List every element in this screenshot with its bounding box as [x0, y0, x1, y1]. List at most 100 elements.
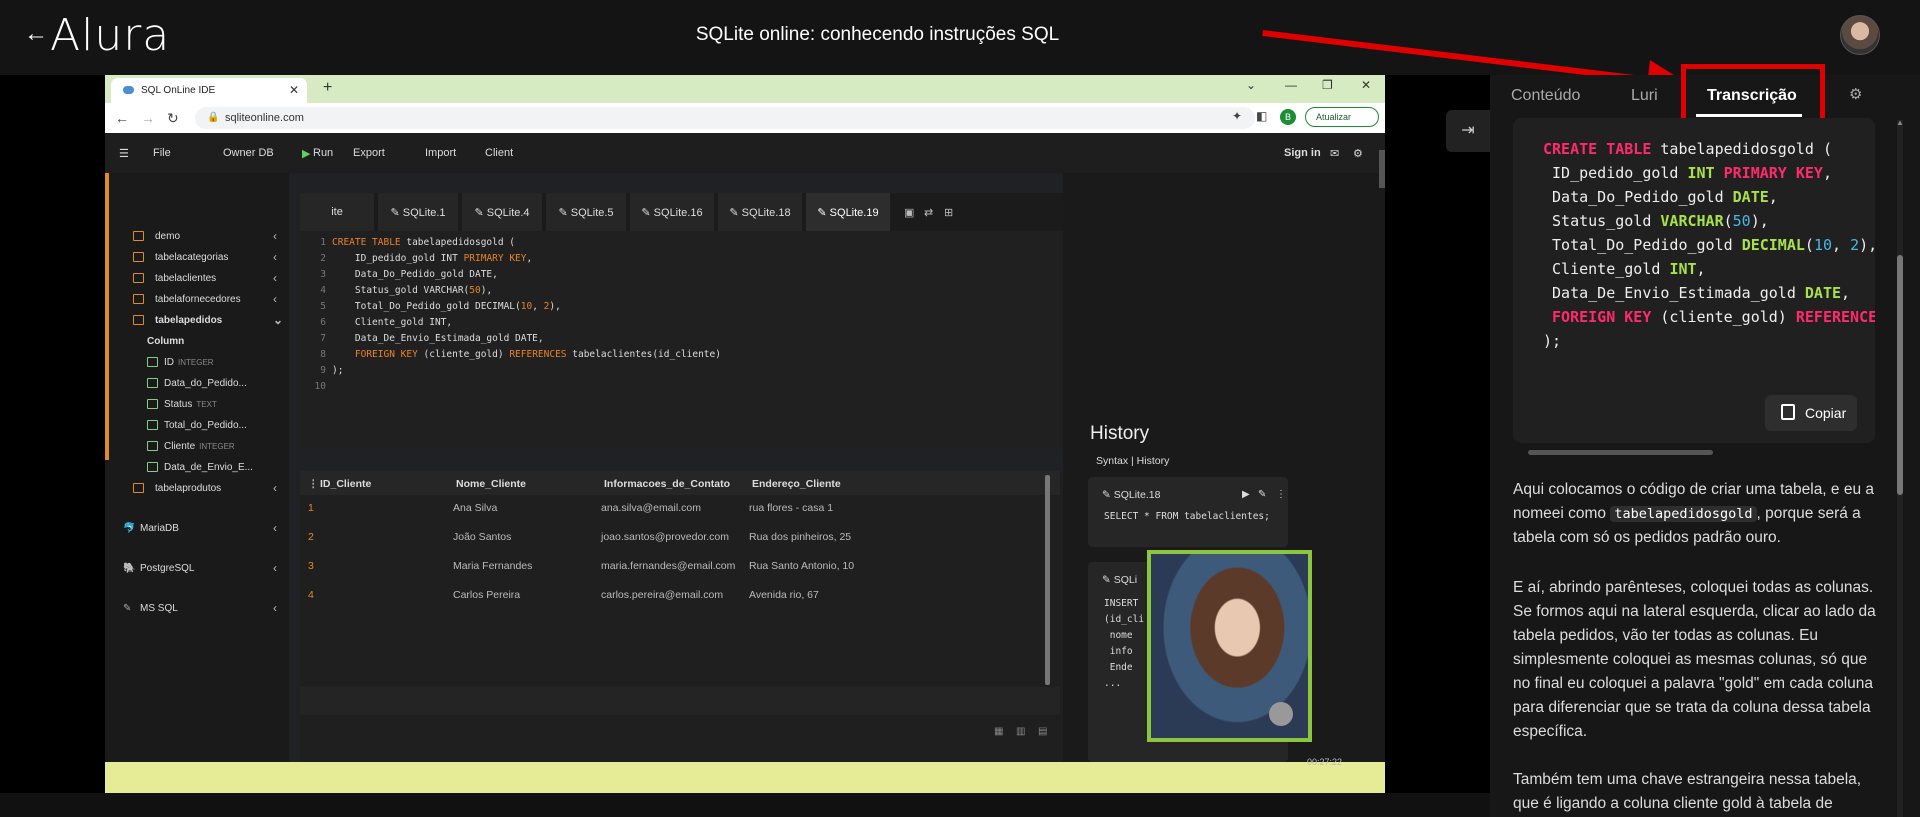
table-label: tabelafornecedores: [155, 294, 241, 305]
column-name: Total_do_Pedido...: [164, 420, 247, 431]
column-type: TEXT: [196, 400, 217, 409]
extensions-icon[interactable]: ✦: [1232, 109, 1242, 123]
table-view-icon[interactable]: ▦: [994, 726, 1003, 737]
reload-icon[interactable]: ↻: [167, 110, 179, 127]
import-button[interactable]: Import: [425, 147, 456, 159]
sidepanel-icon[interactable]: ◧: [1256, 109, 1267, 123]
editor-tab-label: SQLite.18: [741, 207, 791, 219]
db-item-mariadb[interactable]: 🐬 MariaDB ‹: [105, 521, 289, 541]
page-scrollbar[interactable]: [1379, 150, 1385, 188]
update-button[interactable]: Atualizar: [1305, 107, 1379, 127]
line-number: 5: [320, 301, 326, 312]
table-label: tabelaclientes: [155, 273, 217, 284]
history-card[interactable]: ✎ SQLite.18 ▶ ✎ ⋮ SELECT * FROM tabelacl…: [1088, 477, 1288, 547]
editor-tab[interactable]: ✎ SQLite.5: [546, 193, 626, 231]
header-cell[interactable]: Nome_Cliente: [456, 478, 526, 490]
editor-tab-label: SQLite.5: [570, 207, 614, 219]
history-card-label: SQLite.18: [1113, 489, 1161, 501]
settings-icon[interactable]: ⚙: [1353, 147, 1363, 160]
column-item[interactable]: Total_do_Pedido...: [105, 420, 289, 438]
line-number: 6: [320, 317, 326, 328]
editor-tab[interactable]: ✎ SQLite.4: [462, 193, 542, 231]
column-item[interactable]: Status TEXT: [105, 399, 289, 417]
db-item-postgresql[interactable]: 🐘 PostgreSQL ‹: [105, 561, 289, 581]
tab-conteudo[interactable]: Conteúdo: [1511, 87, 1580, 105]
scroll-up-icon[interactable]: ▲: [1896, 118, 1904, 127]
nav-back-icon[interactable]: ←: [115, 110, 129, 126]
export-menu[interactable]: Export: [353, 147, 385, 159]
header-cell[interactable]: Informacoes_de_Contato: [604, 478, 730, 490]
chart-view-icon[interactable]: ▥: [1016, 726, 1025, 737]
column-icon: [147, 420, 158, 430]
tab-close-icon[interactable]: ✕: [289, 83, 299, 97]
editor-tabs: ite ✎ SQLite.1 ✎ SQLite.4 ✎ SQLite.5 ✎ S…: [300, 193, 1070, 231]
side-panel-scrollbar-thumb[interactable]: [1897, 255, 1903, 495]
owner-db-button[interactable]: Owner DB: [223, 147, 274, 159]
cell: Carlos Pereira: [453, 589, 521, 601]
gear-icon[interactable]: ⚙: [1849, 85, 1862, 103]
maximize-icon[interactable]: ❐: [1322, 78, 1333, 92]
line-number: 4: [320, 285, 326, 296]
db-label: MariaDB: [140, 523, 179, 534]
collapse-panel-icon[interactable]: ⇥: [1446, 110, 1490, 152]
tab-luri[interactable]: Luri: [1631, 87, 1658, 105]
cell: Rua dos pinheiros, 25: [749, 531, 852, 543]
nav-forward-icon[interactable]: →: [141, 110, 155, 126]
chevron-left-icon: ‹: [273, 250, 277, 264]
column-item[interactable]: Cliente INTEGER: [105, 441, 289, 459]
new-tab-icon[interactable]: +: [323, 79, 332, 97]
save-icon[interactable]: ▣: [904, 206, 914, 219]
header-cell[interactable]: ID_Cliente: [320, 478, 371, 490]
table-row[interactable]: 4 Carlos Pereira carlos.pereira@email.co…: [300, 582, 1060, 611]
table-item-demo[interactable]: demo ‹: [105, 229, 289, 249]
db-item-mssql[interactable]: ✎ MS SQL ‹: [105, 601, 289, 621]
column-item[interactable]: ID INTEGER: [105, 357, 289, 375]
table-row[interactable]: 2 João Santos joao.santos@provedor.com R…: [300, 524, 1060, 553]
add-tab-icon[interactable]: ⊞: [944, 206, 953, 219]
table-item-clientes[interactable]: tabelaclientes ‹: [105, 271, 289, 291]
cell: carlos.pereira@email.com: [601, 589, 724, 601]
results-scrollbar[interactable]: [1045, 475, 1050, 685]
minimize-icon[interactable]: —: [1285, 78, 1297, 92]
browser-tab[interactable]: SQL OnLine IDE ✕: [111, 78, 307, 103]
table-item-pedidos[interactable]: tabelapedidos ⌄: [105, 313, 289, 333]
run-button[interactable]: Run: [313, 147, 333, 159]
column-name: ID: [164, 357, 174, 368]
editor-tab[interactable]: ✎ SQLite.18: [718, 193, 802, 231]
editor-tab[interactable]: ✎ SQLite.1: [378, 193, 458, 231]
column-menu-icon[interactable]: ⋮: [308, 478, 319, 490]
mail-icon[interactable]: ✉: [1330, 147, 1339, 160]
code-horizontal-scrollbar[interactable]: [1528, 450, 1713, 455]
editor-tab[interactable]: ✎ SQLite.16: [630, 193, 714, 231]
copy-button[interactable]: Copiar: [1765, 395, 1857, 431]
editor-tab-active[interactable]: ✎ SQLite.19: [806, 193, 890, 231]
column-item[interactable]: Data_de_Envio_E...: [105, 462, 289, 480]
table-item-produtos[interactable]: tabelaprodutos ‹: [105, 481, 289, 501]
refresh-icon[interactable]: ⇄: [924, 206, 933, 219]
more-icon[interactable]: ⋮: [1276, 489, 1286, 500]
run-icon[interactable]: ▶: [1242, 489, 1250, 500]
menu-icon[interactable]: ☰: [119, 147, 129, 160]
export-view-icon[interactable]: ▤: [1038, 726, 1047, 737]
video-player[interactable]: SQL OnLine IDE ✕ + ⌄ — ❐ ✕ ← → ↻ 🔒 sqlit…: [105, 75, 1385, 793]
table-row[interactable]: 3 Maria Fernandes maria.fernandes@email.…: [300, 553, 1060, 582]
line-number: 1: [320, 237, 326, 248]
history-subtabs[interactable]: Syntax | History: [1096, 455, 1169, 467]
table-item-categorias[interactable]: tabelacategorias ‹: [105, 250, 289, 270]
sql-editor[interactable]: 1 CREATE TABLE tabelapedidosgold ( 2 ID_p…: [300, 231, 1070, 449]
window-close-icon[interactable]: ✕: [1361, 78, 1371, 92]
editor-tab[interactable]: ite: [300, 193, 374, 231]
table-row[interactable]: 1 Ana Silva ana.silva@email.com rua flor…: [300, 495, 1060, 524]
column-item[interactable]: Data_do_Pedido...: [105, 378, 289, 396]
url-bar[interactable]: 🔒 sqliteonline.com: [195, 107, 1255, 129]
tab-search-icon[interactable]: ⌄: [1246, 78, 1256, 92]
user-avatar[interactable]: [1840, 15, 1880, 55]
sign-in-button[interactable]: Sign in: [1284, 147, 1321, 159]
client-button[interactable]: Client: [485, 147, 513, 159]
table-item-fornecedores[interactable]: tabelafornecedores ‹: [105, 292, 289, 312]
file-menu[interactable]: File: [153, 147, 171, 159]
profile-icon[interactable]: B: [1280, 109, 1296, 125]
header-cell[interactable]: Endereço_Cliente: [752, 478, 841, 490]
edit-icon[interactable]: ✎: [1258, 489, 1266, 500]
video-caption-bar: [105, 762, 1385, 793]
